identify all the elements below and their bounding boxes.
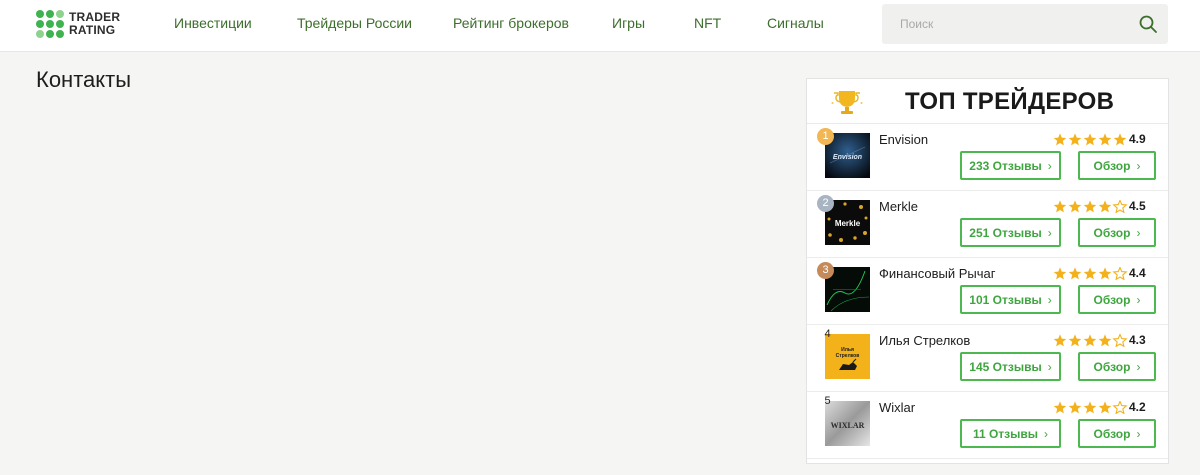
star-filled-icon: [1083, 200, 1097, 213]
nav-item-traders-russia[interactable]: Трейдеры России: [297, 15, 412, 31]
star-filled-icon: [1053, 334, 1067, 347]
reviews-button[interactable]: 145 Отзывы ›: [960, 352, 1061, 381]
trophy-icon: [831, 91, 863, 114]
logo-mark-icon: [36, 10, 64, 38]
chevron-right-icon: ›: [1047, 158, 1052, 173]
chevron-right-icon: ›: [1136, 426, 1141, 441]
svg-text:Envision: Envision: [833, 154, 862, 161]
chevron-right-icon: ›: [1136, 359, 1141, 374]
trader-rating: 4.5: [1129, 199, 1146, 213]
star-filled-icon: [1098, 133, 1112, 146]
page-title: Контакты: [36, 67, 132, 92]
star-filled-icon: [1053, 401, 1067, 414]
trader-name[interactable]: Wixlar: [879, 400, 915, 415]
nav-item-investments[interactable]: Инвестиции: [174, 15, 252, 31]
star-filled-icon: [1083, 267, 1097, 280]
nav-item-nft[interactable]: NFT: [694, 15, 721, 31]
svg-text:Стрелков: Стрелков: [836, 353, 860, 359]
star-filled-icon: [1098, 267, 1112, 280]
star-filled-icon: [1098, 200, 1112, 213]
reviews-button[interactable]: 251 Отзывы ›: [960, 218, 1061, 247]
rank-number: 5: [824, 395, 831, 407]
reviews-button[interactable]: 11 Отзывы ›: [960, 419, 1061, 448]
star-filled-icon: [1083, 401, 1097, 414]
chevron-right-icon: ›: [1047, 292, 1052, 307]
chevron-right-icon: ›: [1047, 359, 1052, 374]
star-filled-icon: [1098, 401, 1112, 414]
star-filled-icon: [1068, 133, 1082, 146]
chevron-right-icon: ›: [1136, 292, 1141, 307]
rating-stars: [1053, 267, 1128, 280]
search-box: [882, 4, 1168, 44]
rank-number: 4: [824, 328, 831, 340]
trader-name[interactable]: Финансовый Рычаг: [879, 266, 996, 281]
review-button[interactable]: Обзор ›: [1078, 419, 1156, 448]
rank-badge-silver: 2: [817, 195, 834, 212]
star-filled-icon: [1068, 401, 1082, 414]
logo-text: TRADER RATING: [69, 11, 120, 37]
search-input[interactable]: [882, 4, 1122, 44]
nav-item-broker-rating[interactable]: Рейтинг брокеров: [453, 15, 569, 31]
star-filled-icon: [1068, 267, 1082, 280]
star-filled-icon: [1053, 133, 1067, 146]
site-logo[interactable]: TRADER RATING: [36, 10, 120, 38]
star-empty-icon: [1112, 200, 1128, 213]
star-filled-icon: [1083, 334, 1097, 347]
star-filled-icon: [1068, 200, 1082, 213]
trader-name[interactable]: Envision: [879, 132, 928, 147]
rating-stars: [1053, 334, 1128, 347]
trader-row: 5 WIXLAR Wixlar 4.2 11 Отзывы › Обзор ›: [807, 392, 1168, 459]
star-empty-icon: [1112, 267, 1128, 280]
site-header: TRADER RATING Инвестиции Трейдеры России…: [0, 0, 1200, 52]
trader-rating: 4.9: [1129, 132, 1146, 146]
top-traders-widget: ТОП ТРЕЙДЕРОВ 1 Envision Envision 4.9 23…: [806, 78, 1169, 464]
chevron-right-icon: ›: [1136, 158, 1141, 173]
trader-row: 4 Илья Стрелков Илья Стрелков 4.3 145 От…: [807, 325, 1168, 392]
rating-stars: [1053, 200, 1128, 213]
star-filled-icon: [1068, 334, 1082, 347]
review-button[interactable]: Обзор ›: [1078, 352, 1156, 381]
reviews-button[interactable]: 233 Отзывы ›: [960, 151, 1061, 180]
trader-rating: 4.4: [1129, 266, 1146, 280]
svg-text:WIXLAR: WIXLAR: [831, 421, 865, 430]
reviews-button[interactable]: 101 Отзывы ›: [960, 285, 1061, 314]
widget-header: ТОП ТРЕЙДЕРОВ: [807, 79, 1168, 124]
trader-name[interactable]: Илья Стрелков: [879, 333, 970, 348]
widget-title: ТОП ТРЕЙДЕРОВ: [905, 88, 1115, 115]
trader-row: 3 Финансовый Рычаг 4.4 101 Отзывы › Обзор…: [807, 258, 1168, 325]
rating-stars: [1053, 133, 1127, 146]
star-empty-icon: [1112, 401, 1128, 414]
star-filled-icon: [1098, 334, 1112, 347]
logo-line-2: RATING: [69, 23, 116, 37]
star-filled-icon: [1053, 267, 1067, 280]
trader-row: 1 Envision Envision 4.9 233 Отзывы › Обзо…: [807, 124, 1168, 191]
rank-badge-gold: 1: [817, 128, 834, 145]
trader-row: 2 Merkle Merkle 4.5 251 Отзывы › Обзор ›: [807, 191, 1168, 258]
chevron-right-icon: ›: [1044, 426, 1049, 441]
rating-stars: [1053, 401, 1128, 414]
trader-name[interactable]: Merkle: [879, 199, 918, 214]
review-button[interactable]: Обзор ›: [1078, 151, 1156, 180]
star-empty-icon: [1112, 334, 1128, 347]
svg-text:Merkle: Merkle: [835, 219, 861, 228]
trader-rating: 4.3: [1129, 333, 1146, 347]
trader-rating: 4.2: [1129, 400, 1146, 414]
search-icon[interactable]: [1138, 14, 1158, 34]
nav-item-games[interactable]: Игры: [612, 15, 645, 31]
chevron-right-icon: ›: [1136, 225, 1141, 240]
nav-item-signals[interactable]: Сигналы: [767, 15, 824, 31]
star-filled-icon: [1083, 133, 1097, 146]
star-filled-icon: [1053, 200, 1067, 213]
chevron-right-icon: ›: [1047, 225, 1052, 240]
review-button[interactable]: Обзор ›: [1078, 218, 1156, 247]
rank-badge-bronze: 3: [817, 262, 834, 279]
star-filled-icon: [1113, 133, 1127, 146]
review-button[interactable]: Обзор ›: [1078, 285, 1156, 314]
